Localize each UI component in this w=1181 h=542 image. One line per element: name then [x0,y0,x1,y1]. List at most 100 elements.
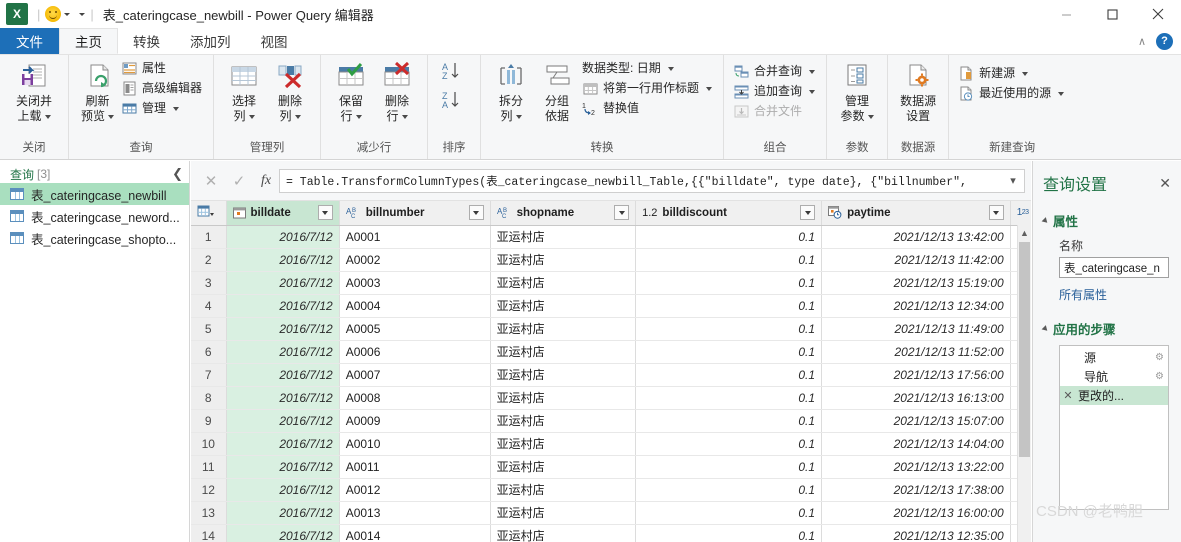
scroll-up-icon[interactable]: ▲ [1018,225,1031,240]
table-row[interactable]: 6 2016/7/12 A0006 亚运村店 0.1 2021/12/13 11:52:0… [191,340,1031,364]
cell-billdiscount[interactable]: 0.1 [635,271,823,295]
cell-paytime[interactable]: 2021/12/13 11:52:00 [821,340,1011,364]
sidebar-item-query-newbill[interactable]: 表_cateringcase_newbill [0,183,189,205]
cell-paytime[interactable]: 2021/12/13 13:22:00 [821,455,1011,479]
cell-billdate[interactable]: 2016/7/12 [226,271,340,295]
chevron-down-icon[interactable]: ▾ [1004,174,1022,187]
cell-billdate[interactable]: 2016/7/12 [226,225,340,249]
sort-descending-button[interactable]: Z A [441,90,467,115]
applied-steps-section-header[interactable]: 应用的步骤 [1041,319,1171,338]
cell-billnumber[interactable]: A0003 [339,271,491,295]
manage-button[interactable]: 管理 [119,99,206,118]
table-row[interactable]: 7 2016/7/12 A0007 亚运村店 0.1 2021/12/13 17:56:0… [191,363,1031,387]
minimize-icon[interactable] [1043,0,1089,28]
refresh-preview-dropdown-icon[interactable] [108,114,115,119]
filter-dropdown-icon[interactable] [800,205,816,221]
cell-paytime[interactable]: 2021/12/13 15:07:00 [821,409,1011,433]
customize-quick-access-caret-icon[interactable] [79,12,86,16]
remove-columns-dropdown-icon[interactable] [294,114,301,119]
cell-billdate[interactable]: 2016/7/12 [226,317,340,341]
cell-shopname[interactable]: 亚运村店 [490,271,637,295]
new-source-button[interactable]: 新建源 [956,64,1068,83]
replace-values-button[interactable]: 1 2 替换值 [580,99,716,118]
keep-rows-button[interactable]: 保留 行 [328,58,374,124]
column-header-shopname[interactable]: A B C shopname [490,201,637,226]
cancel-icon[interactable]: ✕ [197,169,225,193]
keep-rows-dropdown-icon[interactable] [355,114,362,119]
filter-dropdown-icon[interactable] [988,205,1004,221]
chevron-left-icon[interactable]: ❮ [172,167,183,180]
cell-billnumber[interactable]: A0007 [339,363,491,387]
tab-view[interactable]: 视图 [246,28,303,54]
table-row[interactable]: 1 2016/7/12 A0001 亚运村店 0.1 2021/12/13 13:42:0… [191,225,1031,249]
cell-shopname[interactable]: 亚运村店 [490,524,637,542]
filter-dropdown-icon[interactable] [614,205,630,221]
formula-input[interactable]: = Table.TransformColumnTypes(表_cateringc… [279,168,1025,193]
cell-paytime[interactable]: 2021/12/13 17:56:00 [821,363,1011,387]
cell-billnumber[interactable]: A0009 [339,409,491,433]
applied-step-source[interactable]: 源 ⚙ [1060,348,1168,367]
table-row[interactable]: 4 2016/7/12 A0004 亚运村店 0.1 2021/12/13 12:34:0… [191,294,1031,318]
cell-shopname[interactable]: 亚运村店 [490,248,637,272]
collapse-ribbon-icon[interactable]: ∧ [1138,35,1146,48]
applied-step-navigation[interactable]: 导航 ⚙ [1060,367,1168,386]
table-row[interactable]: 12 2016/7/12 A0012 亚运村店 0.1 2021/12/13 17:38:… [191,478,1031,502]
cell-paytime[interactable]: 2021/12/13 14:04:00 [821,432,1011,456]
cell-billdiscount[interactable]: 0.1 [635,340,823,364]
split-column-button[interactable]: 拆分 列 [488,58,534,124]
cell-billdate[interactable]: 2016/7/12 [226,501,340,525]
cell-billnumber[interactable]: A0013 [339,501,491,525]
cell-paytime[interactable]: 2021/12/13 11:49:00 [821,317,1011,341]
table-row[interactable]: 13 2016/7/12 A0013 亚运村店 0.1 2021/12/13 16:00:… [191,501,1031,525]
cell-shopname[interactable]: 亚运村店 [490,501,637,525]
cell-paytime[interactable]: 2021/12/13 13:42:00 [821,225,1011,249]
maximize-icon[interactable] [1089,0,1135,28]
cell-billdiscount[interactable]: 0.1 [635,294,823,318]
close-icon[interactable] [1135,0,1181,28]
filter-dropdown-icon[interactable] [468,205,484,221]
cell-billnumber[interactable]: A0005 [339,317,491,341]
table-row[interactable]: 2 2016/7/12 A0002 亚运村店 0.1 2021/12/13 11:42:0… [191,248,1031,272]
cell-paytime[interactable]: 2021/12/13 12:34:00 [821,294,1011,318]
sidebar-item-query-neworder[interactable]: 表_cateringcase_neword... [0,205,189,227]
sidebar-item-query-shoptotal[interactable]: 表_cateringcase_shopto... [0,227,189,249]
tab-add-column[interactable]: 添加列 [175,28,246,54]
group-by-button[interactable]: 分组 依据 [534,58,580,124]
cell-billdiscount[interactable]: 0.1 [635,248,823,272]
cell-billdiscount[interactable]: 0.1 [635,225,823,249]
cell-billdate[interactable]: 2016/7/12 [226,340,340,364]
column-header-tablenumber[interactable]: 123 tablenumber [1010,201,1031,226]
cell-billdiscount[interactable]: 0.1 [635,478,823,502]
manage-dropdown-icon[interactable] [173,106,180,111]
cell-shopname[interactable]: 亚运村店 [490,363,637,387]
cell-billdate[interactable]: 2016/7/12 [226,455,340,479]
cell-shopname[interactable]: 亚运村店 [490,225,637,249]
cell-billdiscount[interactable]: 0.1 [635,524,823,542]
close-icon[interactable]: ✕ [1159,176,1171,190]
cell-billdate[interactable]: 2016/7/12 [226,432,340,456]
cell-billdiscount[interactable]: 0.1 [635,501,823,525]
help-icon[interactable]: ? [1156,32,1173,50]
table-row[interactable]: 11 2016/7/12 A0011 亚运村店 0.1 2021/12/13 13:22:… [191,455,1031,479]
column-header-paytime[interactable]: paytime [821,201,1011,226]
smiley-icon[interactable] [45,6,62,22]
cell-shopname[interactable]: 亚运村店 [490,432,637,456]
smiley-dropdown-caret-icon[interactable] [64,12,71,16]
cell-shopname[interactable]: 亚运村店 [490,409,637,433]
manage-parameters-dropdown-icon[interactable] [867,114,874,119]
data-source-settings-button[interactable]: 数据源 设置 [895,58,941,124]
close-and-load-button[interactable]: 关闭并 上载 [7,58,61,124]
cell-billdate[interactable]: 2016/7/12 [226,386,340,410]
table-row[interactable]: 14 2016/7/12 A0014 亚运村店 0.1 2021/12/13 12:35:… [191,524,1031,542]
advanced-editor-button[interactable]: 高级编辑器 [119,79,206,98]
remove-columns-button[interactable]: 删除 列 [267,58,313,124]
column-header-billdiscount[interactable]: 1.2 billdiscount [635,201,823,226]
cell-billnumber[interactable]: A0006 [339,340,491,364]
cell-shopname[interactable]: 亚运村店 [490,455,637,479]
cell-billdate[interactable]: 2016/7/12 [226,409,340,433]
cell-billnumber[interactable]: A0002 [339,248,491,272]
gear-icon[interactable]: ⚙ [1155,371,1164,382]
manage-parameters-button[interactable]: 管理 参数 [834,58,880,124]
close-and-load-dropdown-icon[interactable] [44,114,51,119]
query-name-input[interactable]: 表_cateringcase_n [1059,257,1169,278]
